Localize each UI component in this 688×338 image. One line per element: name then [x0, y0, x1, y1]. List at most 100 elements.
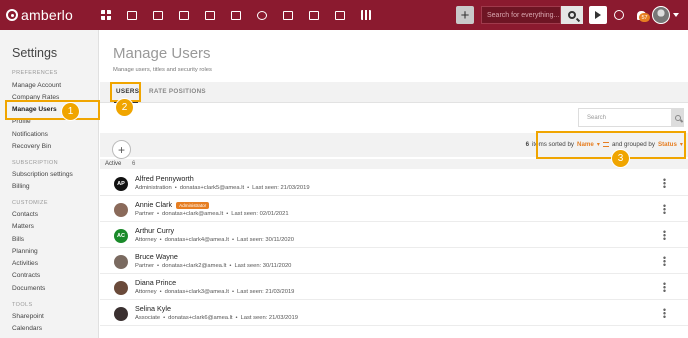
sidebar-item-manage-account[interactable]: Manage Account: [12, 82, 61, 89]
search-icon: [675, 114, 681, 121]
amberlo-logo[interactable]: amberlo: [6, 7, 88, 23]
callout-1-badge: 1: [62, 103, 79, 120]
section-subscription: SUBSCRIPTION: [12, 160, 59, 166]
user-meta: Administration • donatas+clark5@amea.lt • La…: [135, 185, 310, 191]
sidebar-item-billing[interactable]: Billing: [12, 183, 30, 190]
history-icon[interactable]: [249, 0, 275, 30]
user-meta: Attorney • donatas+clark3@amea.lt • Last see…: [135, 289, 294, 295]
main-nav: [93, 0, 379, 30]
user-name[interactable]: Annie Clark: [135, 200, 172, 209]
chart-icon[interactable]: [353, 0, 379, 30]
page-subtitle: Manage users, titles and security roles: [113, 67, 212, 73]
user-meta: Partner • donatas+clark@amea.lt • Last seen:…: [135, 211, 289, 217]
global-search-input[interactable]: Search for everything...: [481, 6, 561, 24]
sidebar-item-recovery-bin[interactable]: Recovery Bin: [12, 143, 51, 150]
grid-icon[interactable]: [93, 0, 119, 30]
tabs-bar: USERS RATE POSITIONS: [100, 82, 688, 103]
user-name[interactable]: Arthur Curry: [135, 226, 174, 235]
group-header-active[interactable]: Active 6: [100, 159, 688, 169]
sidebar-item-activities[interactable]: Activities: [12, 260, 38, 267]
quick-add-button[interactable]: +: [456, 6, 474, 24]
meta-separator: •: [163, 315, 166, 321]
more-options-icon[interactable]: [663, 178, 666, 188]
sidebar-item-contracts[interactable]: Contracts: [12, 272, 40, 279]
user-row[interactable]: Selina Kyle Associate • donatas+clark6@amea…: [100, 300, 688, 326]
sidebar-item-matters[interactable]: Matters: [12, 223, 34, 230]
callout-3-box: [536, 131, 686, 159]
logo-mark-icon: [6, 9, 18, 21]
user-row[interactable]: Diana Prince Attorney • donatas+clark3@amea…: [100, 274, 688, 300]
tab-rate-positions[interactable]: RATE POSITIONS: [149, 88, 206, 95]
user-name[interactable]: Diana Prince: [135, 278, 176, 287]
sidebar-item-documents[interactable]: Documents: [12, 285, 45, 292]
section-customize: CUSTOMIZE: [12, 200, 48, 206]
meta-separator: •: [226, 211, 229, 217]
more-options-icon[interactable]: [663, 282, 666, 292]
briefcase-icon[interactable]: [145, 0, 171, 30]
sidebar-item-notifications[interactable]: Notifications: [12, 131, 48, 138]
user-last-seen: Last seen: 21/03/2019: [240, 315, 298, 321]
avatar: AP: [114, 177, 128, 191]
item-count: 6: [525, 141, 530, 148]
folder-icon[interactable]: [275, 0, 301, 30]
template-icon[interactable]: [301, 0, 327, 30]
logo-text: amberlo: [21, 7, 73, 23]
user-meta: Partner • donatas+clark2@amea.lt • Last seen…: [135, 263, 291, 269]
bank-icon[interactable]: [197, 0, 223, 30]
meta-separator: •: [157, 211, 160, 217]
sidebar-item-calendars[interactable]: Calendars: [12, 325, 42, 332]
mail-icon[interactable]: [327, 0, 353, 30]
user-name[interactable]: Selina Kyle: [135, 304, 171, 313]
users-search-input[interactable]: Search: [578, 108, 672, 127]
sidebar-item-contacts[interactable]: Contacts: [12, 211, 38, 218]
user-role: Partner: [135, 211, 155, 217]
more-options-icon[interactable]: [663, 256, 666, 266]
user-row[interactable]: Bruce Wayne Partner • donatas+clark2@amea.l…: [100, 248, 688, 274]
user-name-line: Selina Kyle: [135, 304, 171, 313]
user-name[interactable]: Alfred Pennyworth: [135, 174, 194, 183]
add-user-button[interactable]: +: [112, 140, 131, 159]
contact-card-icon[interactable]: [119, 0, 145, 30]
user-row[interactable]: AC Arthur Curry Attorney • donatas+clark4@am…: [100, 222, 688, 248]
user-email: donatas+clark3@amea.lt: [164, 289, 229, 295]
more-options-icon[interactable]: [663, 204, 666, 214]
avatar: [114, 203, 128, 217]
document-icon[interactable]: [171, 0, 197, 30]
user-name-line: Alfred Pennyworth: [135, 174, 194, 183]
callout-2-badge: 2: [116, 99, 133, 116]
more-options-icon[interactable]: [663, 230, 666, 240]
user-avatar[interactable]: [652, 6, 670, 24]
user-last-seen: Last seen: 02/01/2021: [231, 211, 289, 217]
stopwatch-button[interactable]: [610, 6, 628, 24]
user-role: Administration: [135, 185, 172, 191]
user-email: donatas+clark6@amea.lt: [168, 315, 233, 321]
sidebar-item-planning[interactable]: Planning: [12, 248, 38, 255]
notification-count-badge: 57: [639, 13, 650, 22]
chevron-down-icon[interactable]: [673, 13, 679, 17]
user-name-line: Diana Prince: [135, 278, 176, 287]
sidebar-item-bills[interactable]: Bills: [12, 236, 24, 243]
callout-3-badge: 3: [612, 150, 629, 167]
user-name[interactable]: Bruce Wayne: [135, 252, 178, 261]
start-timer-button[interactable]: [589, 6, 607, 24]
callout-1-box: [5, 100, 100, 120]
meta-separator: •: [159, 289, 162, 295]
user-row[interactable]: AP Alfred Pennyworth Administration • donata…: [100, 170, 688, 196]
user-last-seen: Last seen: 21/03/2019: [252, 185, 310, 191]
user-role: Associate: [135, 315, 161, 321]
search-icon: [568, 11, 576, 19]
group-count: 6: [132, 161, 136, 167]
page-title: Manage Users: [113, 45, 211, 62]
group-label: Active: [105, 161, 122, 167]
main-content: Manage Users Manage users, titles and se…: [100, 30, 688, 338]
sidebar-item-subscription-settings[interactable]: Subscription settings: [12, 171, 73, 178]
more-options-icon[interactable]: [663, 308, 666, 318]
user-row[interactable]: Annie Clark Administrator Partner • donatas+…: [100, 196, 688, 222]
sidebar-item-sharepoint[interactable]: Sharepoint: [12, 313, 44, 320]
users-search-button[interactable]: [672, 108, 684, 127]
calendar-icon[interactable]: [223, 0, 249, 30]
global-search-button[interactable]: [561, 6, 583, 24]
user-email: donatas+clark2@amea.lt: [162, 263, 227, 269]
user-role: Attorney: [135, 289, 157, 295]
meta-separator: •: [232, 237, 235, 243]
